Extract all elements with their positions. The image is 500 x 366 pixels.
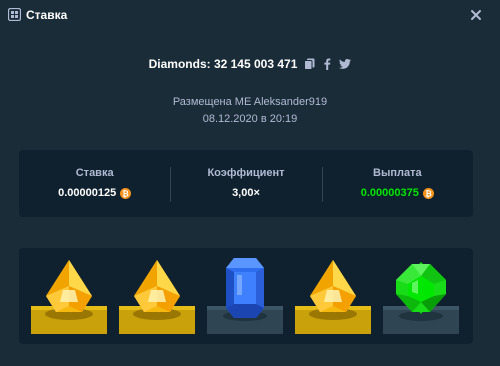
multiplier-value-row: 3,00×: [170, 187, 321, 199]
copy-icon[interactable]: [303, 58, 315, 70]
yellow-gem-icon: [119, 260, 195, 334]
svg-text:₿: ₿: [122, 189, 129, 198]
modal-title: Ставка: [26, 8, 68, 22]
yellow-gem-icon: [295, 260, 371, 334]
gem-tile: [382, 256, 460, 336]
gem-tile: [206, 256, 284, 336]
bet-id-row: Diamonds: 32 145 003 471: [0, 55, 500, 73]
gem-board: [19, 248, 473, 344]
facebook-icon[interactable]: [321, 58, 333, 70]
bet-stats-panel: Ставка 0.00000125 ₿ Коэффициент 3,00× Вы…: [19, 150, 473, 217]
bet-slip-icon: [8, 8, 21, 21]
gem-tile: [30, 256, 108, 336]
payout-label: Выплата: [373, 167, 422, 179]
svg-text:₿: ₿: [425, 189, 432, 198]
green-gem-icon: [383, 262, 459, 334]
stake-stat: Ставка 0.00000125 ₿: [19, 150, 170, 217]
multiplier-label: Коэффициент: [207, 167, 285, 179]
yellow-gem-icon: [31, 260, 107, 334]
gem-tile: [118, 256, 196, 336]
bitcoin-icon: ₿: [422, 187, 434, 199]
close-icon[interactable]: [469, 8, 483, 22]
bet-id-label: Diamonds: 32 145 003 471: [148, 57, 298, 71]
multiplier-value: 3,00×: [232, 187, 260, 199]
gem-tile: [294, 256, 372, 336]
payout-value-row: 0.00000375 ₿: [322, 187, 473, 199]
payout-value: 0.00000375: [360, 187, 419, 199]
twitter-icon[interactable]: [339, 58, 352, 70]
bet-date: 08.12.2020 в 20:19: [202, 113, 298, 125]
stake-value-row: 0.00000125 ₿: [19, 187, 170, 199]
placed-by-text: Размещена ME Aleksander919: [172, 96, 328, 108]
stake-value: 0.00000125: [58, 187, 117, 199]
modal-header: Ставка: [0, 0, 500, 30]
blue-gem-icon: [207, 258, 283, 334]
payout-stat: Выплата 0.00000375 ₿: [321, 150, 473, 217]
multiplier-stat: Коэффициент 3,00×: [170, 150, 321, 217]
bitcoin-icon: ₿: [120, 187, 132, 199]
stake-label: Ставка: [75, 167, 114, 179]
